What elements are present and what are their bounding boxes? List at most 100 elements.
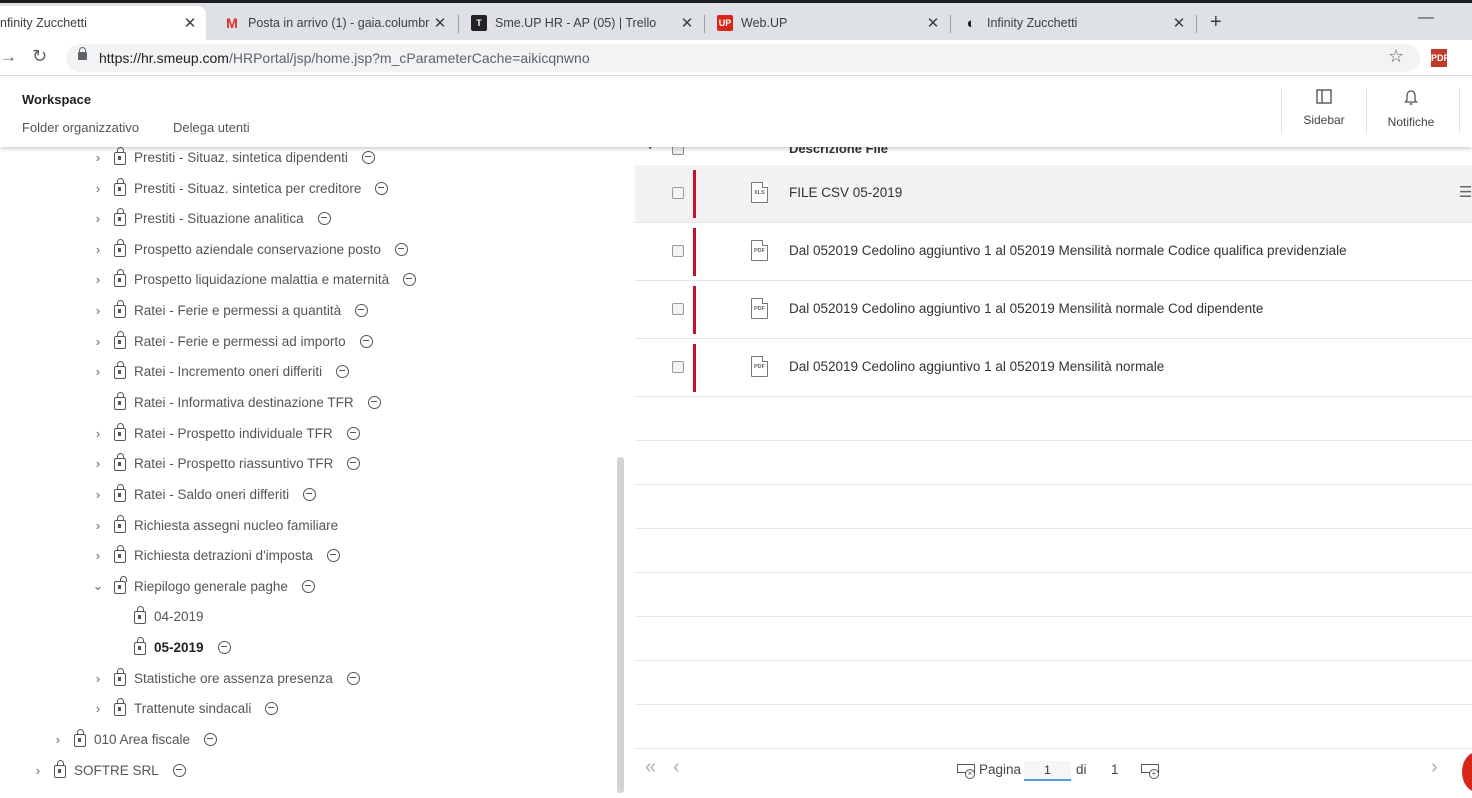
tree-item[interactable]: › Statistiche ore assenza presenza xyxy=(92,663,360,693)
chevron-right-icon[interactable]: › xyxy=(92,211,104,226)
remove-circle-icon[interactable] xyxy=(301,579,315,593)
tree-item[interactable]: › Prestiti - Situaz. sintetica dipendenti xyxy=(92,147,375,172)
tree-scrollbar[interactable] xyxy=(617,457,624,793)
folder-organizzativo-link[interactable]: Folder organizzativo xyxy=(22,120,139,135)
close-icon[interactable]: ✕ xyxy=(677,14,697,32)
chevron-down-icon[interactable]: ⌄ xyxy=(92,578,104,593)
remove-circle-icon[interactable] xyxy=(403,272,417,286)
row-checkbox[interactable] xyxy=(672,361,684,373)
tab-webup[interactable]: UP Web.UP ✕ xyxy=(705,6,949,40)
remove-page-icon[interactable]: × xyxy=(957,764,977,779)
remove-circle-icon[interactable] xyxy=(359,334,373,348)
row-checkbox[interactable] xyxy=(672,187,684,199)
remove-circle-icon[interactable] xyxy=(361,150,375,164)
tree-item[interactable]: › Ratei - Ferie e permessi a quantità xyxy=(92,295,369,325)
url-input[interactable]: https://hr.smeup.com/HRPortal/jsp/home.j… xyxy=(66,44,1420,72)
tree-item-selected[interactable]: 05-2019 xyxy=(134,632,231,662)
reload-icon[interactable]: ↻ xyxy=(32,46,47,67)
chevron-right-icon[interactable]: › xyxy=(92,334,104,349)
tree-item[interactable]: › Ratei - Saldo oneri differiti xyxy=(92,479,317,509)
chevron-right-icon[interactable]: › xyxy=(92,181,104,196)
chevron-right-icon[interactable]: › xyxy=(92,671,104,686)
add-page-icon[interactable]: + xyxy=(1141,764,1161,779)
chevron-right-icon[interactable]: › xyxy=(92,701,104,716)
pdf-extension-icon[interactable]: PDF xyxy=(1431,49,1449,67)
tree-item[interactable]: › Prestiti - Situaz. sintetica per credit… xyxy=(92,173,389,203)
close-icon[interactable]: ✕ xyxy=(430,14,450,32)
row-checkbox[interactable] xyxy=(672,303,684,315)
tree-item[interactable]: › Prospetto aziendale conservazione posto xyxy=(92,234,408,264)
chevron-right-icon[interactable]: › xyxy=(92,426,104,441)
remove-circle-icon[interactable] xyxy=(204,732,218,746)
column-header-descrizione[interactable]: Descrizione File xyxy=(789,147,888,156)
delega-utenti-link[interactable]: Delega utenti xyxy=(173,120,250,135)
sidebar-button[interactable]: Sidebar xyxy=(1282,89,1366,135)
file-name[interactable]: Dal 052019 Cedolino aggiuntivo 1 al 0520… xyxy=(789,243,1347,258)
tab-gmail[interactable]: M Posta in arrivo (1) - gaia.columbro ✕ xyxy=(212,6,456,40)
tab-infinity-zucchetti[interactable]: ◐ Infinity Zucchetti ✕ xyxy=(951,6,1195,40)
remove-circle-icon[interactable] xyxy=(394,242,408,256)
chevron-right-icon[interactable]: › xyxy=(92,487,104,502)
remove-circle-icon[interactable] xyxy=(303,487,317,501)
remove-circle-icon[interactable] xyxy=(347,456,361,470)
close-icon[interactable]: ✕ xyxy=(180,14,200,32)
table-row[interactable]: XLS FILE CSV 05-2019 ☰ xyxy=(635,165,1472,223)
chevron-right-icon[interactable]: › xyxy=(52,732,64,747)
chevron-right-icon[interactable]: › xyxy=(92,150,104,165)
minimize-window-button[interactable]: — xyxy=(1418,9,1434,27)
select-all-checkbox[interactable] xyxy=(672,147,684,155)
file-name[interactable]: Dal 052019 Cedolino aggiuntivo 1 al 0520… xyxy=(789,301,1263,316)
table-row[interactable]: PDF Dal 052019 Cedolino aggiuntivo 1 al … xyxy=(635,223,1472,281)
chevron-right-icon[interactable]: › xyxy=(32,763,44,778)
tree-item[interactable]: › Trattenute sindacali xyxy=(92,693,279,723)
row-checkbox[interactable] xyxy=(672,245,684,257)
remove-circle-icon[interactable] xyxy=(346,426,360,440)
page-number-input[interactable] xyxy=(1024,761,1071,781)
previous-page-icon[interactable]: ‹ xyxy=(673,756,680,779)
first-page-icon[interactable]: « xyxy=(645,756,656,779)
tree-item[interactable]: › Prestiti - Situazione analitica xyxy=(92,203,331,233)
bookmark-star-icon[interactable]: ☆ xyxy=(1388,46,1404,67)
tree-item[interactable]: › SOFTRE SRL xyxy=(32,755,186,785)
notifications-button[interactable]: Notifiche xyxy=(1369,89,1453,135)
close-icon[interactable]: ✕ xyxy=(923,14,943,32)
tree-item[interactable]: › Ratei - Prospetto individuale TFR xyxy=(92,418,360,448)
tree-item[interactable]: › Richiesta assegni nucleo familiare xyxy=(92,510,338,540)
next-page-icon[interactable]: › xyxy=(1431,756,1438,779)
tree-item[interactable]: › Richiesta detrazioni d'imposta xyxy=(92,540,340,570)
remove-circle-icon[interactable] xyxy=(375,181,389,195)
tree-item[interactable]: 04-2019 xyxy=(134,601,204,631)
remove-circle-icon[interactable] xyxy=(367,395,381,409)
remove-circle-icon[interactable] xyxy=(355,303,369,317)
chevron-right-icon[interactable]: › xyxy=(92,303,104,318)
tree-item[interactable]: › Ratei - Ferie e permessi ad importo xyxy=(92,326,373,356)
tree-item[interactable]: › Prospetto liquidazione malattia e mater… xyxy=(92,264,417,294)
table-row[interactable]: PDF Dal 052019 Cedolino aggiuntivo 1 al … xyxy=(635,339,1472,397)
tree-item[interactable]: › Ratei - Incremento oneri differiti xyxy=(92,356,350,386)
remove-circle-icon[interactable] xyxy=(336,364,350,378)
remove-circle-icon[interactable] xyxy=(317,211,331,225)
forward-arrow-icon[interactable]: → xyxy=(0,47,17,67)
chevron-right-icon[interactable]: › xyxy=(92,272,104,287)
chevron-right-icon[interactable]: › xyxy=(92,456,104,471)
close-icon[interactable]: ✕ xyxy=(1169,14,1189,32)
tab-trello[interactable]: T Sme.UP HR - AP (05) | Trello ✕ xyxy=(459,6,703,40)
tab-infinity-zucchetti-active[interactable]: nfinity Zucchetti ✕ xyxy=(0,6,206,40)
remove-circle-icon[interactable] xyxy=(172,763,186,777)
tree-item[interactable]: Ratei - Informativa destinazione TFR xyxy=(114,387,381,417)
chevron-right-icon[interactable]: › xyxy=(92,364,104,379)
tree-item[interactable]: › 010 Area fiscale xyxy=(52,724,218,754)
table-row[interactable]: PDF Dal 052019 Cedolino aggiuntivo 1 al … xyxy=(635,281,1472,339)
chevron-right-icon[interactable]: › xyxy=(92,518,104,533)
remove-circle-icon[interactable] xyxy=(265,701,279,715)
layers-icon[interactable]: ☰ xyxy=(1459,183,1472,201)
remove-circle-icon[interactable] xyxy=(217,640,231,654)
tree-item[interactable]: › Ratei - Prospetto riassuntivo TFR xyxy=(92,448,361,478)
file-name[interactable]: FILE CSV 05-2019 xyxy=(789,185,902,200)
remove-circle-icon[interactable] xyxy=(326,548,340,562)
chevron-right-icon[interactable]: › xyxy=(92,242,104,257)
chevron-right-icon[interactable]: › xyxy=(92,548,104,563)
remove-circle-icon[interactable] xyxy=(346,671,360,685)
file-name[interactable]: Dal 052019 Cedolino aggiuntivo 1 al 0520… xyxy=(789,359,1164,374)
new-tab-button[interactable]: + xyxy=(1210,11,1222,34)
